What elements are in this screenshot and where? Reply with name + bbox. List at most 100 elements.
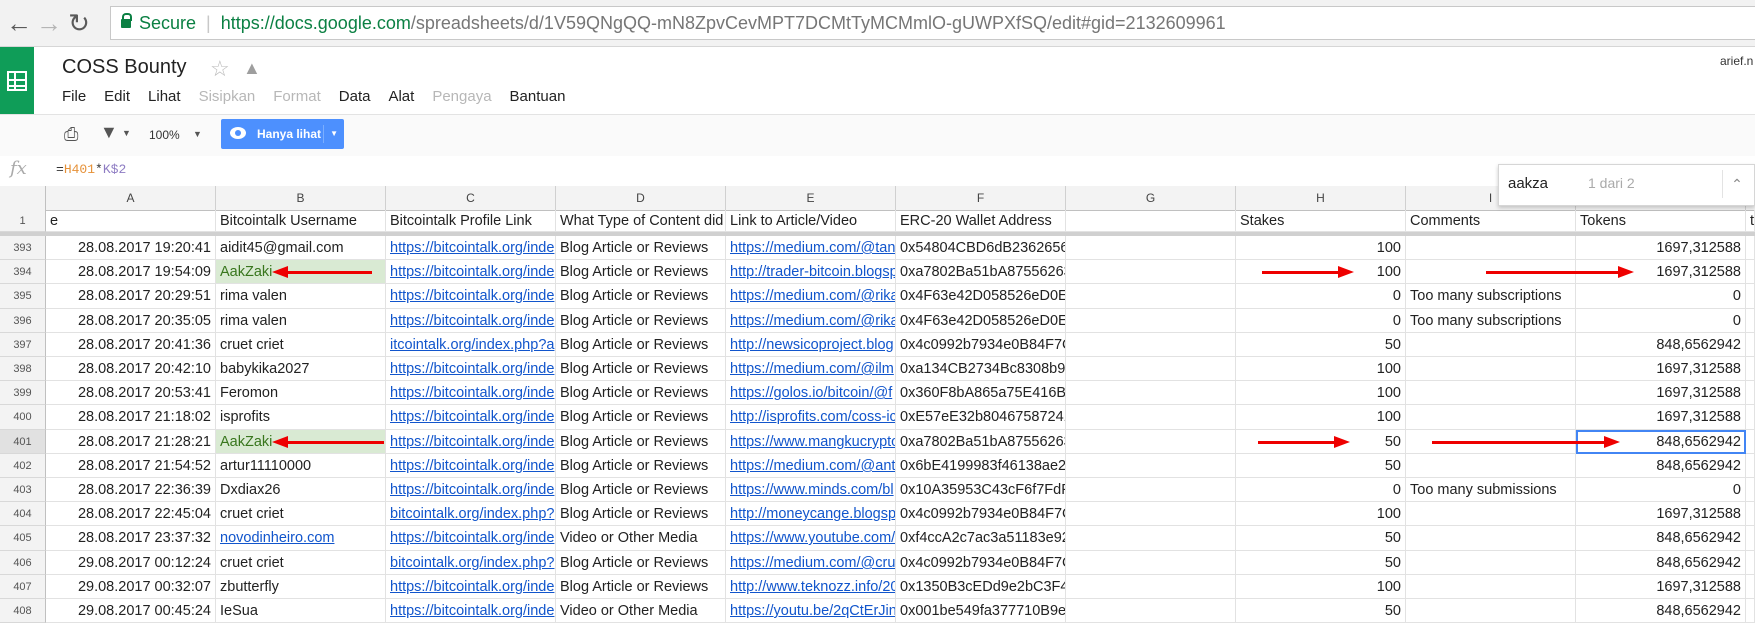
table-cell[interactable] (1746, 381, 1755, 405)
table-cell[interactable] (1746, 284, 1755, 309)
table-cell[interactable]: 0x001be549fa377710B9e59d57bbdf593CE1e379… (896, 599, 1066, 623)
table-cell[interactable]: Dxdiax26 (216, 478, 386, 502)
table-cell[interactable]: 848,6562942 (1576, 454, 1746, 478)
table-cell[interactable]: Too many submissions (1406, 478, 1576, 502)
header-cell[interactable]: to (1746, 210, 1755, 232)
header-cell[interactable]: Bitcointalk Profile Link (386, 210, 556, 232)
table-cell[interactable]: 29.08.2017 00:32:07 (46, 575, 216, 599)
table-cell[interactable]: 848,6562942 (1576, 599, 1746, 623)
header-cell[interactable]: Stakes (1236, 210, 1406, 232)
table-cell[interactable] (1406, 454, 1576, 478)
table-cell[interactable] (1066, 575, 1236, 599)
row-header[interactable]: 396 (0, 309, 46, 333)
back-icon[interactable]: ← (4, 8, 34, 38)
table-cell[interactable] (1406, 333, 1576, 357)
table-cell[interactable] (1746, 526, 1755, 551)
table-cell[interactable]: https://golos.io/bitcoin/@f (726, 381, 896, 405)
table-cell[interactable] (1406, 526, 1576, 551)
table-cell[interactable]: 100 (1236, 405, 1406, 430)
row-header[interactable]: 402 (0, 454, 46, 478)
column-header-e[interactable]: E (726, 186, 896, 210)
row-header[interactable]: 399 (0, 381, 46, 405)
table-cell[interactable]: 0xE57eE32b80467587241B963CD9F1f67101C019 (896, 405, 1066, 430)
table-cell[interactable]: 0x54804CBD6dB2362656F743e4C4306Dd4f98E65 (896, 236, 1066, 260)
table-cell[interactable]: 100 (1236, 236, 1406, 260)
find-previous-icon[interactable]: ⌃ (1722, 170, 1751, 198)
table-cell[interactable]: 28.08.2017 19:54:09 (46, 260, 216, 284)
table-cell[interactable]: 0xa134CB2734Bc8308b9f9A044eEAae5DbcDc9D9 (896, 357, 1066, 381)
table-cell[interactable]: 0x4c0992b7934e0B84F7C8bA8697FB19671D8c06 (896, 502, 1066, 526)
row-header[interactable]: 400 (0, 405, 46, 430)
table-cell[interactable] (1066, 454, 1236, 478)
table-cell[interactable]: 0 (1576, 478, 1746, 502)
header-cell[interactable]: Tokens (1576, 210, 1746, 232)
table-cell[interactable] (1066, 381, 1236, 405)
table-cell[interactable] (1406, 357, 1576, 381)
table-cell[interactable]: Blog Article or Reviews (556, 381, 726, 405)
table-cell[interactable]: 0 (1236, 309, 1406, 333)
table-cell[interactable] (1406, 502, 1576, 526)
row-header[interactable]: 404 (0, 502, 46, 526)
table-cell[interactable] (1066, 236, 1236, 260)
table-cell[interactable]: https://medium.com/@rika (726, 284, 896, 309)
table-cell[interactable]: https://youtu.be/2qCtErJin (726, 599, 896, 623)
table-cell[interactable]: 848,6562942 (1576, 526, 1746, 551)
table-cell[interactable]: aidit45@gmail.com (216, 236, 386, 260)
view-only-dropdown-icon[interactable]: ▼ (330, 119, 338, 149)
row-header[interactable]: 394 (0, 260, 46, 284)
table-cell[interactable]: 848,6562942 (1576, 333, 1746, 357)
table-cell[interactable]: 1697,312588 (1576, 575, 1746, 599)
table-cell[interactable]: 0x4F63e42D058526eD0ED4D3430e20dDB0A7143 (896, 284, 1066, 309)
table-cell[interactable]: bitcointalk.org/index.php? (386, 502, 556, 526)
table-cell[interactable]: 28.08.2017 20:42:10 (46, 357, 216, 381)
table-cell[interactable]: 28.08.2017 21:54:52 (46, 454, 216, 478)
table-cell[interactable]: 0x10A35953C43cF6f7FdFA7E43A18474bB905cD2 (896, 478, 1066, 502)
table-cell[interactable] (1746, 236, 1755, 260)
table-cell[interactable] (1746, 309, 1755, 333)
table-cell[interactable]: 28.08.2017 21:28:21 (46, 430, 216, 454)
forward-icon[interactable]: → (34, 8, 64, 38)
table-cell[interactable]: Blog Article or Reviews (556, 260, 726, 284)
table-cell[interactable]: 1697,312588 (1576, 381, 1746, 405)
table-cell[interactable]: https://bitcointalk.org/inde (386, 236, 556, 260)
table-cell[interactable] (1406, 599, 1576, 623)
sheets-logo-icon[interactable] (0, 47, 34, 115)
table-cell[interactable]: https://www.minds.com/bl (726, 478, 896, 502)
table-cell[interactable]: 1697,312588 (1576, 405, 1746, 430)
table-cell[interactable]: Blog Article or Reviews (556, 284, 726, 309)
table-cell[interactable] (1066, 430, 1236, 454)
table-cell[interactable]: Blog Article or Reviews (556, 309, 726, 333)
table-cell[interactable]: 0xf4ccA2c7ac3a51183e929915e1c02bcce65620… (896, 526, 1066, 551)
table-cell[interactable]: https://bitcointalk.org/inde (386, 357, 556, 381)
table-cell[interactable] (1746, 551, 1755, 575)
table-cell[interactable]: 50 (1236, 333, 1406, 357)
table-cell[interactable]: 0xa7802Ba51bA87556263d84cfC235759B214Ccf… (896, 430, 1066, 454)
table-cell[interactable] (1066, 502, 1236, 526)
table-cell[interactable]: https://medium.com/@cru (726, 551, 896, 575)
table-cell[interactable] (1406, 551, 1576, 575)
table-cell[interactable] (1746, 575, 1755, 599)
table-cell[interactable]: rima valen (216, 309, 386, 333)
table-cell[interactable]: isprofits (216, 405, 386, 430)
table-cell[interactable]: 100 (1236, 575, 1406, 599)
menu-item-file[interactable]: File (62, 88, 86, 105)
row-header[interactable]: 393 (0, 236, 46, 260)
table-cell[interactable]: Blog Article or Reviews (556, 236, 726, 260)
table-cell[interactable]: Blog Article or Reviews (556, 357, 726, 381)
row-header[interactable]: 398 (0, 357, 46, 381)
table-cell[interactable] (1746, 454, 1755, 478)
table-cell[interactable] (1746, 260, 1755, 284)
table-cell[interactable] (1066, 357, 1236, 381)
table-cell[interactable] (1066, 526, 1236, 551)
table-cell[interactable]: 28.08.2017 22:36:39 (46, 478, 216, 502)
header-cell[interactable]: What Type of Content did (556, 210, 726, 232)
table-cell[interactable] (1746, 405, 1755, 430)
table-cell[interactable]: https://bitcointalk.org/inde (386, 599, 556, 623)
table-cell[interactable]: https://bitcointalk.org/inde (386, 381, 556, 405)
table-cell[interactable] (1066, 478, 1236, 502)
table-cell[interactable]: http://newsicoproject.blog (726, 333, 896, 357)
header-cell[interactable]: e (46, 210, 216, 232)
table-cell[interactable]: http://www.teknozz.info/20 (726, 575, 896, 599)
header-cell[interactable] (1066, 210, 1236, 232)
table-cell[interactable]: 50 (1236, 454, 1406, 478)
